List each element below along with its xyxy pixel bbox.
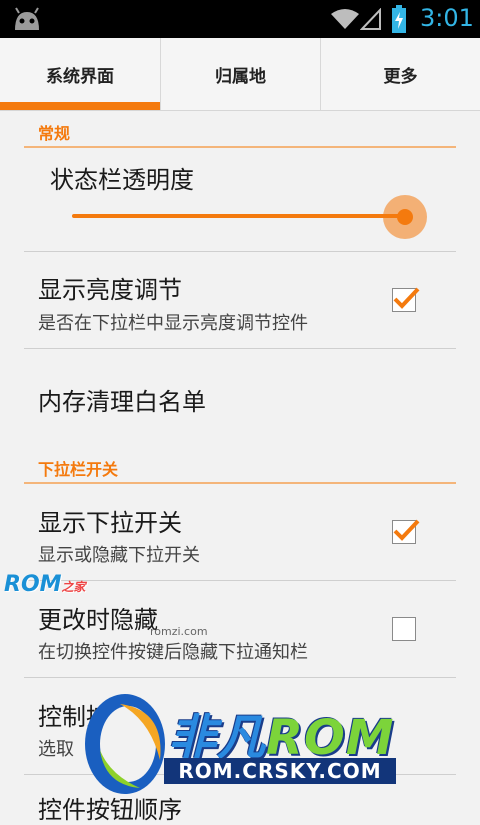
section-divider [24, 146, 456, 148]
checkmark-icon [393, 519, 420, 541]
crsky-logo-icon [85, 694, 165, 794]
pulldown-toggles-checkbox[interactable] [392, 519, 420, 544]
pref-summary: 在切换控件按键后隐藏下拉通知栏 [38, 642, 308, 663]
cyanogen-android-icon [15, 7, 39, 30]
tab-system-ui[interactable]: 系统界面 [0, 38, 160, 110]
crsky-logo-url: ROM.CRSKY.COM [164, 758, 396, 784]
divider [24, 677, 456, 678]
checkmark-icon [393, 287, 420, 309]
tab-bar: 系统界面 归属地 更多 [0, 38, 480, 111]
battery-charging-icon [392, 5, 406, 33]
tab-location[interactable]: 归属地 [160, 38, 320, 110]
pref-summary: 是否在下拉栏中显示亮度调节控件 [38, 313, 308, 334]
tab-more[interactable]: 更多 [320, 38, 480, 110]
statusbar-transparency-title: 状态栏透明度 [50, 166, 194, 194]
brightness-checkbox[interactable] [392, 287, 420, 312]
pref-summary: 选取 [38, 739, 74, 760]
small-watermark: romzi.com [150, 625, 208, 638]
tab-selected-indicator [0, 102, 160, 110]
slider-track[interactable] [72, 214, 404, 218]
slider-thumb[interactable] [397, 209, 413, 225]
pref-title: 显示下拉开关 [38, 509, 182, 537]
romzhijia-watermark: ROM之家 [4, 572, 86, 597]
section-header-pulldown-toggles: 下拉栏开关 [38, 460, 119, 479]
pref-memory-whitelist[interactable]: 内存清理白名单 [38, 382, 206, 417]
clock: 3:01 [420, 4, 474, 32]
divider [24, 348, 456, 349]
section-divider [24, 482, 456, 484]
pref-title: 更改时隐藏 [38, 606, 158, 634]
hide-on-change-checkbox[interactable] [392, 617, 416, 641]
divider [24, 580, 456, 581]
section-header-general: 常规 [38, 124, 71, 143]
pref-title: 显示亮度调节 [38, 276, 182, 304]
divider [24, 251, 456, 252]
pref-summary: 显示或隐藏下拉开关 [38, 545, 200, 566]
signal-icon [360, 8, 381, 30]
wifi-icon [331, 9, 359, 29]
status-bar: 3:01 [0, 0, 480, 38]
